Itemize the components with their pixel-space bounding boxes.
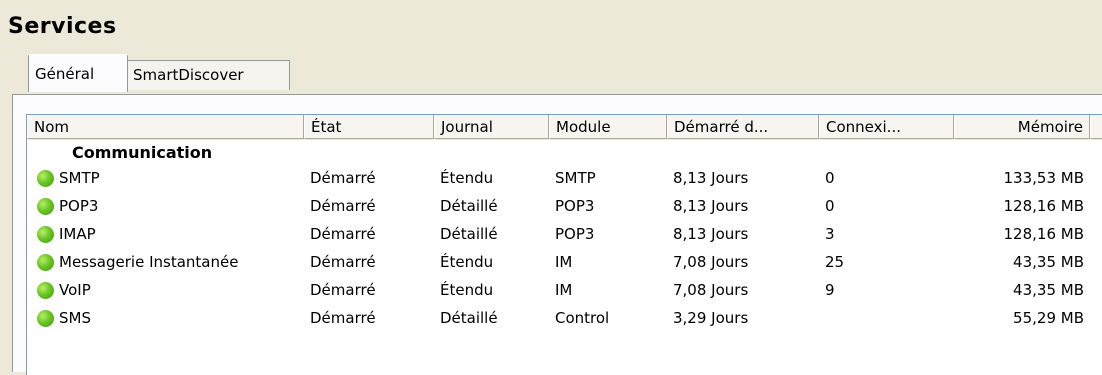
tab-general[interactable]: Général xyxy=(28,54,128,92)
column-header-state[interactable]: État xyxy=(304,115,434,139)
service-started: 7,08 Jours xyxy=(673,253,749,271)
list-header: Nom État Journal Module Démarré d... Con… xyxy=(27,115,1102,140)
service-log: Détaillé xyxy=(440,225,498,243)
service-module: IM xyxy=(555,253,573,271)
table-row[interactable]: Messagerie Instantanée Démarré Étendu IM… xyxy=(27,248,1102,276)
service-started: 8,13 Jours xyxy=(673,169,749,187)
service-memory: 133,53 MB xyxy=(1003,169,1085,187)
service-state: Démarré xyxy=(310,253,376,271)
page-title: Services xyxy=(8,14,117,39)
service-state: Démarré xyxy=(310,197,376,215)
service-connections: 0 xyxy=(825,197,835,215)
service-state: Démarré xyxy=(310,281,376,299)
service-name: VoIP xyxy=(59,281,91,299)
service-log: Étendu xyxy=(440,169,494,187)
service-state: Démarré xyxy=(310,309,376,327)
service-connections: 9 xyxy=(825,281,835,299)
table-row[interactable]: SMS Démarré Détaillé Control 3,29 Jours … xyxy=(27,304,1102,332)
service-name: POP3 xyxy=(59,197,99,215)
table-row[interactable]: POP3 Démarré Détaillé POP3 8,13 Jours 0 … xyxy=(27,192,1102,220)
service-state: Démarré xyxy=(310,225,376,243)
service-state: Démarré xyxy=(310,169,376,187)
service-memory: 43,35 MB xyxy=(1013,281,1084,299)
service-connections: 25 xyxy=(825,253,845,271)
service-memory: 128,16 MB xyxy=(1003,197,1085,215)
service-started: 3,29 Jours xyxy=(673,309,749,327)
tab-panel: Nom État Journal Module Démarré d... Con… xyxy=(12,94,1102,375)
service-name: SMS xyxy=(59,309,91,327)
service-log: Étendu xyxy=(440,281,494,299)
service-connections: 3 xyxy=(825,225,835,243)
group-header-communication: Communication xyxy=(72,143,213,162)
service-memory: 128,16 MB xyxy=(1003,225,1085,243)
service-started: 7,08 Jours xyxy=(673,281,749,299)
status-running-icon xyxy=(37,310,54,327)
table-row[interactable]: SMTP Démarré Étendu SMTP 8,13 Jours 0 13… xyxy=(27,164,1102,192)
service-connections: 0 xyxy=(825,169,835,187)
service-name: IMAP xyxy=(59,225,96,243)
column-header-name[interactable]: Nom xyxy=(27,115,304,139)
column-header-memory[interactable]: Mémoire xyxy=(954,115,1090,139)
status-running-icon xyxy=(37,198,54,215)
column-header-filler xyxy=(1090,115,1102,139)
service-log: Détaillé xyxy=(440,197,498,215)
service-module: SMTP xyxy=(555,169,596,187)
table-row[interactable]: IMAP Démarré Détaillé POP3 8,13 Jours 3 … xyxy=(27,220,1102,248)
service-log: Étendu xyxy=(440,253,494,271)
service-log: Détaillé xyxy=(440,309,498,327)
column-header-module[interactable]: Module xyxy=(549,115,667,139)
status-running-icon xyxy=(37,282,54,299)
column-header-log[interactable]: Journal xyxy=(434,115,549,139)
services-list[interactable]: Nom État Journal Module Démarré d... Con… xyxy=(26,114,1102,375)
status-running-icon xyxy=(37,254,54,271)
service-started: 8,13 Jours xyxy=(673,225,749,243)
column-header-started[interactable]: Démarré d... xyxy=(667,115,819,139)
tab-smartdiscover[interactable]: SmartDiscover xyxy=(126,60,290,90)
service-name: SMTP xyxy=(59,169,100,187)
service-started: 8,13 Jours xyxy=(673,197,749,215)
service-module: POP3 xyxy=(555,225,595,243)
service-module: IM xyxy=(555,281,573,299)
service-module: POP3 xyxy=(555,197,595,215)
service-memory: 55,29 MB xyxy=(1013,309,1084,327)
column-header-connections[interactable]: Connexi... xyxy=(819,115,954,139)
status-running-icon xyxy=(37,170,54,187)
status-running-icon xyxy=(37,226,54,243)
table-row[interactable]: VoIP Démarré Étendu IM 7,08 Jours 9 43,3… xyxy=(27,276,1102,304)
service-name: Messagerie Instantanée xyxy=(59,253,239,271)
service-memory: 43,35 MB xyxy=(1013,253,1084,271)
service-module: Control xyxy=(555,309,610,327)
